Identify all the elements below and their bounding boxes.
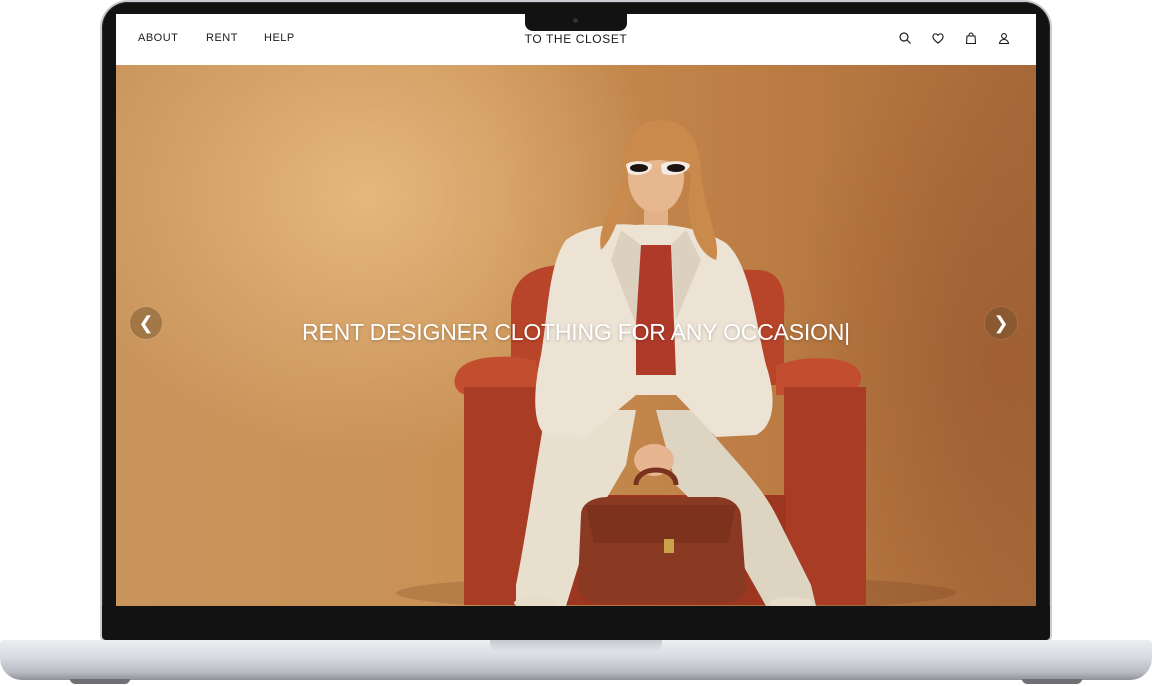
carousel-next-button[interactable]: ❯ — [985, 307, 1017, 339]
chevron-left-icon: ❮ — [138, 312, 154, 333]
laptop-opening-lip — [490, 640, 662, 652]
search-icon[interactable] — [898, 31, 912, 45]
browser-screen: ABOUT RENT HELP TO THE CLOSET RENT DESIG… — [116, 14, 1036, 606]
hero-carousel: RENT DESIGNER CLOTHING FOR ANY OCCASION|… — [116, 65, 1036, 606]
hero-headline: RENT DESIGNER CLOTHING FOR ANY OCCASION| — [302, 319, 850, 345]
chevron-right-icon: ❯ — [993, 312, 1009, 333]
laptop-foot-left — [70, 679, 130, 684]
camera-icon — [573, 18, 578, 23]
carousel-prev-button[interactable]: ❮ — [130, 307, 162, 339]
laptop-foot-right — [1022, 679, 1082, 684]
user-icon[interactable] — [997, 31, 1011, 45]
screen-bottom-bezel — [102, 606, 1050, 640]
heart-icon[interactable] — [931, 31, 945, 45]
camera-notch — [525, 11, 627, 31]
bag-icon[interactable] — [964, 31, 978, 45]
